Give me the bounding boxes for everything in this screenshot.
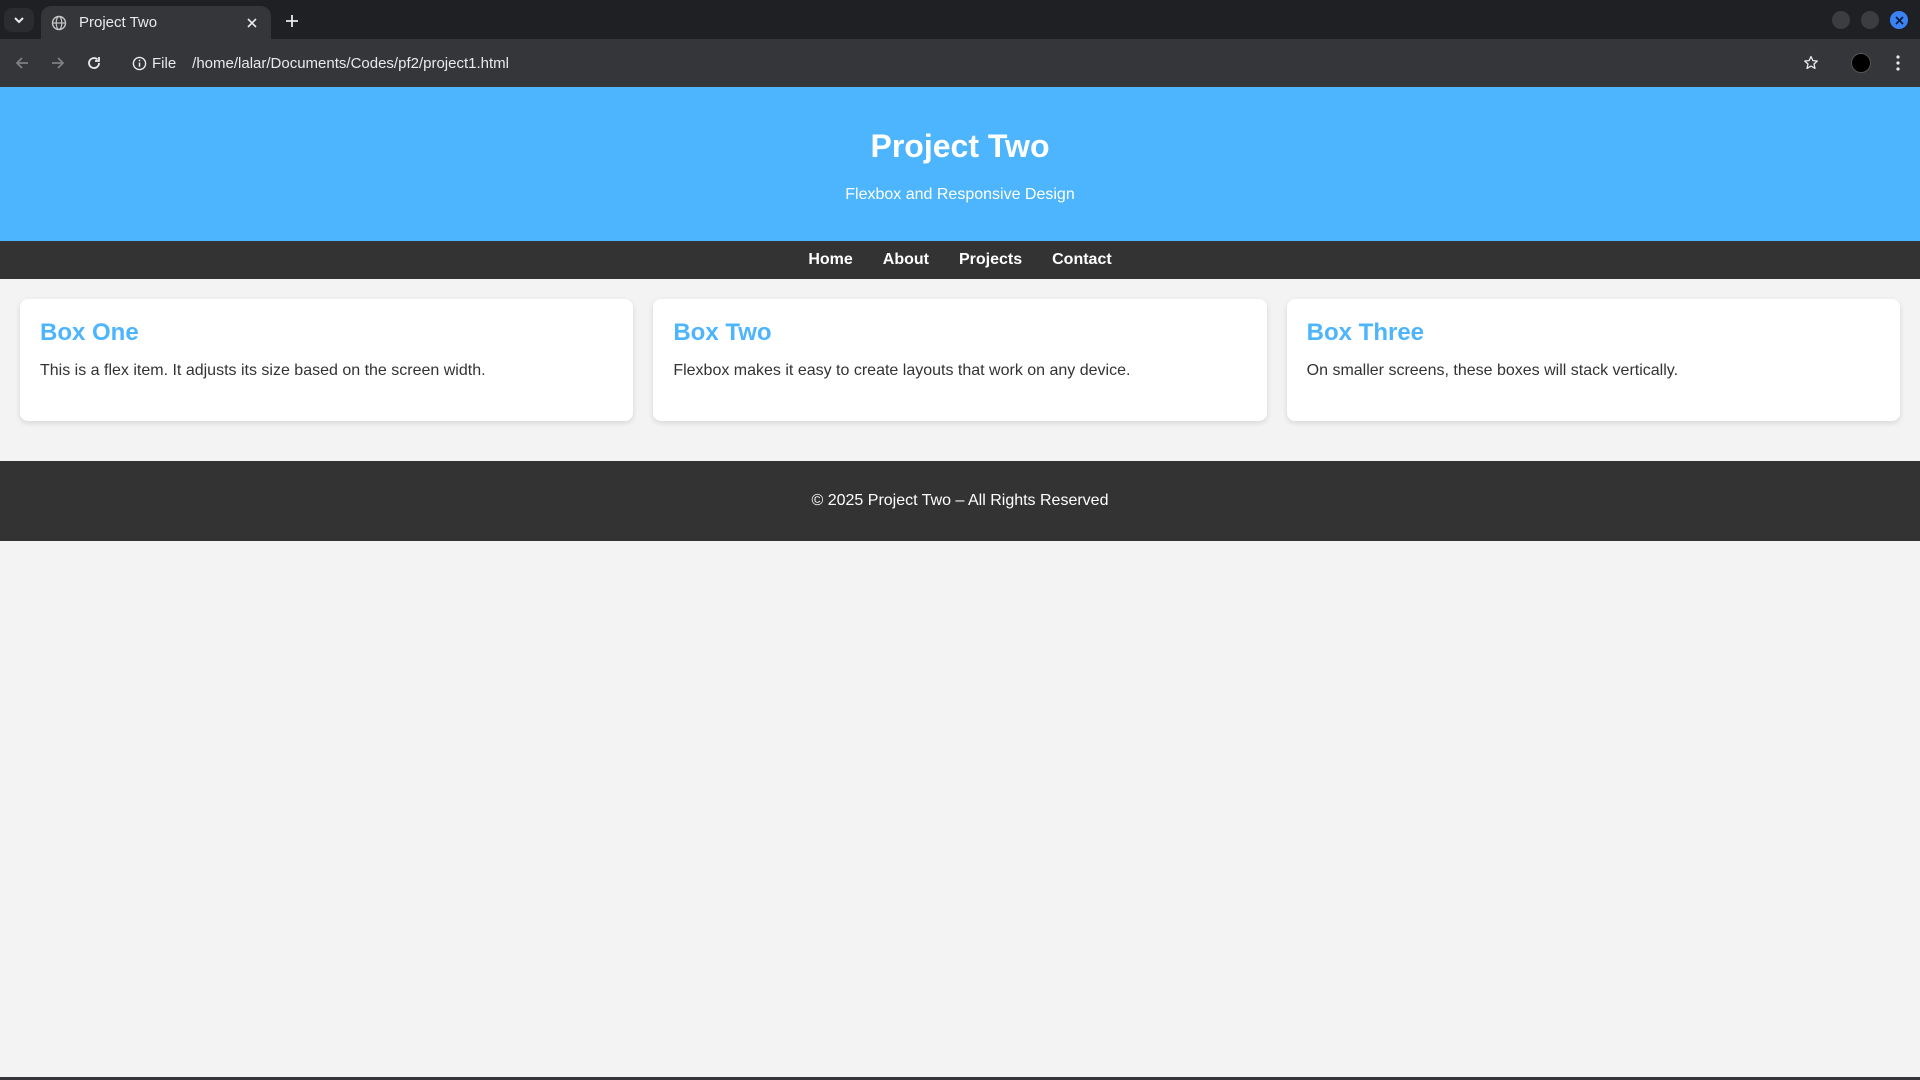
- arrow-left-icon: [15, 57, 28, 69]
- box-two-title: Box Two: [673, 319, 772, 346]
- forward-button[interactable]: [46, 51, 70, 75]
- site-footer: © 2025 Project Two – All Rights Reserved: [0, 461, 1920, 541]
- footer-text: © 2025 Project Two – All Rights Reserved: [811, 492, 1109, 509]
- nav-link-projects[interactable]: Projects: [959, 251, 1022, 269]
- url-text[interactable]: /home/lalar/Documents/Codes/pf2/project1…: [192, 55, 509, 72]
- site-nav: Home About Projects Contact: [0, 241, 1920, 279]
- close-tab-icon[interactable]: [243, 14, 261, 32]
- tab-search-button[interactable]: [4, 8, 34, 32]
- tab-title: Project Two: [79, 14, 158, 31]
- star-icon: [1804, 55, 1818, 70]
- page-subtitle: Flexbox and Responsive Design: [845, 186, 1075, 203]
- plus-icon: [286, 15, 298, 27]
- nav-link-home[interactable]: Home: [808, 251, 852, 269]
- bookmark-button[interactable]: [1799, 51, 1823, 75]
- close-icon: [1894, 15, 1904, 25]
- minimize-window-button[interactable]: [1832, 11, 1850, 29]
- globe-icon: [51, 15, 67, 31]
- profile-avatar[interactable]: [1851, 53, 1871, 73]
- maximize-window-button[interactable]: [1861, 11, 1879, 29]
- box-one-text: This is a flex item. It adjusts its size…: [40, 362, 486, 379]
- reload-icon: [88, 57, 100, 69]
- arrow-right-icon: [52, 57, 65, 69]
- page-title: Project Two: [870, 128, 1050, 164]
- box-three-title: Box Three: [1306, 319, 1425, 346]
- boxes-container: Box One This is a flex item. It adjusts …: [0, 279, 1920, 421]
- box-three-card: Box Three On smaller screens, these boxe…: [1286, 299, 1900, 421]
- close-window-button[interactable]: [1890, 11, 1908, 29]
- box-one-card: Box One This is a flex item. It adjusts …: [20, 299, 634, 421]
- box-three-text: On smaller screens, these boxes will sta…: [1306, 362, 1679, 379]
- nav-link-contact[interactable]: Contact: [1052, 251, 1112, 269]
- box-two-card: Box Two Flexbox makes it easy to create …: [653, 299, 1267, 421]
- browser-toolbar: File /home/lalar/Documents/Codes/pf2/pro…: [0, 39, 1920, 87]
- reload-button[interactable]: [82, 51, 106, 75]
- info-icon: [132, 56, 147, 70]
- site-header: Project Two Flexbox and Responsive Desig…: [0, 87, 1920, 241]
- more-vertical-icon: [1896, 55, 1900, 71]
- nav-link-about[interactable]: About: [883, 251, 929, 269]
- new-tab-button[interactable]: [280, 9, 304, 33]
- site-info-label: File: [152, 54, 177, 72]
- chevron-down-icon: [14, 17, 24, 24]
- back-button[interactable]: [10, 51, 34, 75]
- page-viewport: Project Two Flexbox and Responsive Desig…: [0, 87, 1920, 1077]
- box-one-title: Box One: [40, 319, 139, 346]
- browser-menu-button[interactable]: [1886, 51, 1910, 75]
- address-bar[interactable]: File /home/lalar/Documents/Codes/pf2/pro…: [116, 45, 1839, 81]
- browser-tab[interactable]: Project Two: [41, 6, 271, 39]
- box-two-text: Flexbox makes it easy to create layouts …: [673, 362, 1131, 379]
- site-info-button[interactable]: File: [128, 49, 184, 77]
- tab-strip: Project Two: [0, 0, 1920, 39]
